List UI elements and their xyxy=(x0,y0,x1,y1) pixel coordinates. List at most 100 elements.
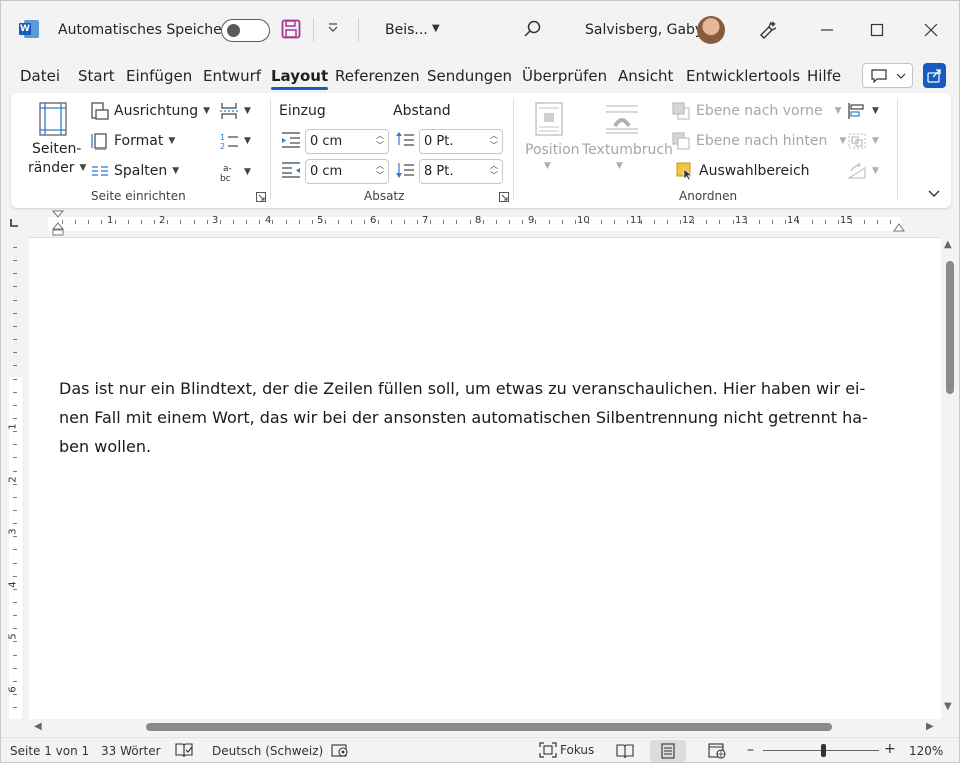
scroll-up-icon[interactable]: ▲ xyxy=(944,239,952,250)
share-button[interactable] xyxy=(923,63,946,88)
horizontal-ruler[interactable]: 1 2 3 4 5 6 7 8 9 10 11 12 13 14 15 xyxy=(1,210,959,236)
page-count[interactable]: Seite 1 von 1 xyxy=(10,744,89,758)
ruler-tick xyxy=(13,641,17,642)
ruler-tick xyxy=(13,576,17,577)
margins-label-1[interactable]: Seiten- xyxy=(32,141,81,157)
tab-selector-icon[interactable] xyxy=(9,217,19,232)
horizontal-scroll-thumb[interactable] xyxy=(146,723,832,731)
print-layout-icon xyxy=(661,743,675,759)
maximize-icon[interactable] xyxy=(865,19,889,41)
search-icon[interactable] xyxy=(523,19,543,39)
vertical-scroll-thumb[interactable] xyxy=(946,261,954,394)
margins-button[interactable]: ränder ▼ xyxy=(28,160,86,176)
ruler-tick xyxy=(641,220,642,224)
scroll-right-icon[interactable]: ▶ xyxy=(926,721,934,732)
document-canvas[interactable]: Das ist nur ein Blindtext, der die Zeile… xyxy=(29,237,941,719)
line-numbers-button[interactable]: 12 ▼ xyxy=(219,132,251,150)
zoom-slider-thumb[interactable] xyxy=(821,744,826,757)
hyphenation-button[interactable]: a-bc ▼ xyxy=(219,162,251,182)
indent-left-input[interactable]: 0 cm ︿ ﹀ xyxy=(305,129,389,154)
ruler-number: 2 xyxy=(7,476,19,483)
rotate-button[interactable]: ▼ xyxy=(847,162,879,180)
user-name[interactable]: Salvisberg, Gaby xyxy=(585,22,703,38)
right-indent-marker-icon[interactable] xyxy=(893,222,905,237)
ribbon-tabs: Datei Start Einfügen Entwurf Layout Refe… xyxy=(1,63,959,91)
wrap-text-icon[interactable] xyxy=(605,104,639,138)
close-icon[interactable] xyxy=(919,19,943,41)
scroll-down-icon[interactable]: ▼ xyxy=(944,701,952,712)
tab-referenzen[interactable]: Referenzen xyxy=(335,67,420,85)
margins-label-2: ränder xyxy=(28,160,75,176)
tab-entwicklertools[interactable]: Entwicklertools xyxy=(686,67,800,85)
document-line[interactable]: ben wollen. xyxy=(59,432,899,461)
breaks-button[interactable]: ▼ xyxy=(219,102,251,120)
accessibility-icon[interactable] xyxy=(331,742,349,758)
tab-sendungen[interactable]: Sendungen xyxy=(427,67,512,85)
stepper-arrows-icon[interactable]: ︿ ﹀ xyxy=(376,131,384,151)
margins-icon[interactable] xyxy=(39,102,67,140)
zoom-out-button[interactable]: – xyxy=(747,742,754,758)
svg-text:bc: bc xyxy=(220,174,231,182)
tab-ueberpruefen[interactable]: Überprüfen xyxy=(522,67,607,85)
document-body[interactable]: Das ist nur ein Blindtext, der die Zeile… xyxy=(59,374,899,461)
selection-pane-button[interactable]: Auswahlbereich xyxy=(676,162,810,180)
ruler-tick xyxy=(13,589,17,590)
language-indicator[interactable]: Deutsch (Schweiz) xyxy=(212,744,323,758)
breaks-icon xyxy=(220,103,238,119)
tab-start[interactable]: Start xyxy=(78,67,115,85)
tab-ansicht[interactable]: Ansicht xyxy=(618,67,673,85)
ruler-tick xyxy=(233,220,234,224)
format-button[interactable]: Format ▼ xyxy=(91,132,175,150)
zoom-level[interactable]: 120% xyxy=(909,744,943,758)
indent-heading: Einzug xyxy=(279,103,326,119)
align-button[interactable]: ▼ xyxy=(847,102,879,120)
minimize-icon[interactable] xyxy=(815,19,839,41)
ruler-tick xyxy=(13,484,17,485)
document-line[interactable]: nen Fall mit einem Wort, das wir bei der… xyxy=(59,403,899,432)
document-title[interactable]: Beis... xyxy=(385,22,428,38)
tab-layout[interactable]: Layout xyxy=(271,67,329,90)
chevron-down-icon: ▼ xyxy=(544,161,551,171)
read-mode-button[interactable] xyxy=(607,740,643,762)
avatar[interactable] xyxy=(697,16,725,44)
stepper-arrows-icon[interactable]: ︿ ﹀ xyxy=(490,131,498,151)
word-count[interactable]: 33 Wörter xyxy=(101,744,161,758)
send-backward-button[interactable]: Ebene nach hinten ▼ xyxy=(672,132,846,150)
ribbon-collapse-chevron-icon[interactable] xyxy=(928,187,940,202)
bring-forward-button[interactable]: Ebene nach vorne ▼ xyxy=(672,102,842,120)
scroll-left-icon[interactable]: ◀ xyxy=(34,721,42,732)
columns-button[interactable]: Spalten ▼ xyxy=(91,162,179,180)
spacing-after-input[interactable]: 8 Pt. ︿ ﹀ xyxy=(419,159,503,184)
indent-marker-icon[interactable] xyxy=(51,210,65,240)
stepper-arrows-icon[interactable]: ︿ ﹀ xyxy=(490,161,498,181)
focus-button[interactable]: Fokus xyxy=(539,742,594,758)
ruler-tick xyxy=(246,220,247,224)
line-numbers-icon: 12 xyxy=(220,133,238,150)
chevron-down-icon xyxy=(896,73,906,79)
dialog-launcher-icon[interactable] xyxy=(256,191,266,202)
orientation-button[interactable]: Ausrichtung ▼ xyxy=(91,102,210,120)
chevron-down-icon[interactable]: ▼ xyxy=(432,23,440,34)
tab-datei[interactable]: Datei xyxy=(20,67,60,85)
dialog-launcher-icon[interactable] xyxy=(499,191,509,202)
tab-einfuegen[interactable]: Einfügen xyxy=(126,67,192,85)
document-line[interactable]: Das ist nur ein Blindtext, der die Zeile… xyxy=(59,374,899,403)
tab-hilfe[interactable]: Hilfe xyxy=(807,67,841,85)
comments-button[interactable] xyxy=(862,63,913,88)
vertical-ruler[interactable]: 1 2 3 4 5 6 xyxy=(1,237,29,719)
save-icon[interactable] xyxy=(281,19,301,39)
proofing-icon[interactable] xyxy=(175,742,193,758)
autosave-toggle[interactable] xyxy=(221,19,270,42)
spacing-before-input[interactable]: 0 Pt. ︿ ﹀ xyxy=(419,129,503,154)
designer-pen-icon[interactable] xyxy=(756,18,778,40)
print-layout-button[interactable] xyxy=(650,740,686,762)
group-objects-button[interactable]: ▼ xyxy=(847,132,879,150)
position-icon[interactable] xyxy=(535,102,563,140)
zoom-in-button[interactable]: + xyxy=(884,741,896,757)
stepper-arrows-icon[interactable]: ︿ ﹀ xyxy=(376,161,384,181)
customize-qat-icon[interactable] xyxy=(327,22,339,34)
indent-right-input[interactable]: 0 cm ︿ ﹀ xyxy=(305,159,389,184)
tab-entwurf[interactable]: Entwurf xyxy=(203,67,261,85)
web-layout-button[interactable] xyxy=(699,740,735,762)
ruler-tick xyxy=(13,668,17,669)
